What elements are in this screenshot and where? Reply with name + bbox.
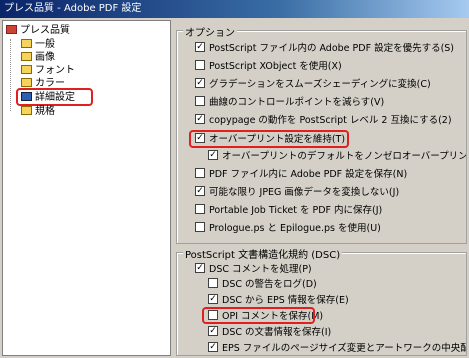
checkbox-checked[interactable] [208, 294, 218, 304]
checkbox-checked[interactable] [195, 78, 205, 88]
tree-item-label: 規格 [35, 106, 55, 117]
annotation-highlight-advanced [16, 88, 93, 106]
window-title: プレス品質 - Adobe PDF 設定 [0, 0, 469, 18]
dsc-process-comments[interactable]: DSC コメントを処理(P) [195, 263, 465, 277]
option-prefer-ps-settings[interactable]: PostScript ファイル内の Adobe PDF 設定を優先する(S) [195, 42, 465, 56]
checkbox-unchecked[interactable] [208, 278, 218, 288]
tree-connector-line [10, 39, 11, 111]
option-smooth-shading[interactable]: グラデーションをスムーズシェーディングに変換(C) [195, 78, 465, 92]
annotation-highlight-opi [202, 307, 315, 324]
checkbox-checked[interactable] [195, 114, 205, 124]
folder-icon [21, 106, 32, 115]
tree-item-images[interactable]: 画像 [21, 51, 55, 64]
dsc-label: DSC から EPS 情報を保存(E) [222, 295, 349, 306]
dsc-label: EPS ファイルのページサイズ変更とアートワークの中央配置(R) [222, 343, 466, 354]
dsc-log-warnings[interactable]: DSC の警告をログ(D) [208, 278, 466, 292]
tree-item-standards[interactable]: 規格 [21, 105, 55, 118]
dsc-preserve-doc-info[interactable]: DSC の文書情報を保存(I) [208, 326, 466, 340]
option-portable-job-ticket[interactable]: Portable Job Ticket を PDF 内に保存(J) [195, 204, 465, 218]
option-label: PDF ファイル内に Adobe PDF 設定を保存(N) [209, 169, 408, 180]
dsc-label: DSC の警告をログ(D) [222, 279, 317, 290]
checkbox-checked[interactable] [195, 186, 205, 196]
checkbox-checked[interactable] [208, 342, 218, 352]
tree-item-label: フォント [35, 65, 75, 76]
tree-item-label: 画像 [35, 52, 55, 63]
dsc-resize-center-eps[interactable]: EPS ファイルのページサイズ変更とアートワークの中央配置(R) [208, 342, 466, 356]
tree-item-fonts[interactable]: フォント [21, 64, 75, 77]
option-reduce-control-points[interactable]: 曲線のコントロールポイントを減らす(V) [195, 96, 465, 110]
option-copypage-level2[interactable]: copypage の動作を PostScript レベル 2 互換にする(2) [195, 114, 465, 128]
checkbox-unchecked[interactable] [195, 60, 205, 70]
dsc-group-title: PostScript 文書構造化規約 (DSC) [183, 246, 343, 261]
options-group-title: オプション [183, 24, 237, 39]
option-save-pdf-settings[interactable]: PDF ファイル内に Adobe PDF 設定を保存(N) [195, 168, 465, 182]
checkbox-checked[interactable] [208, 150, 218, 160]
tree-root-press-quality[interactable]: プレス品質 [6, 24, 70, 37]
checkbox-checked[interactable] [195, 263, 205, 273]
option-label: PostScript XObject を使用(X) [209, 61, 342, 72]
option-preserve-jpeg[interactable]: 可能な限り JPEG 画像データを変換しない(J) [195, 186, 465, 200]
settings-tree: プレス品質 一般 画像 フォント カラー 詳細設定 規格 [2, 20, 171, 356]
dsc-preserve-eps-info[interactable]: DSC から EPS 情報を保存(E) [208, 294, 466, 308]
checkbox-checked[interactable] [208, 326, 218, 336]
folder-icon [21, 39, 32, 48]
options-group: オプション PostScript ファイル内の Adobe PDF 設定を優先す… [176, 24, 467, 244]
checkbox-unchecked[interactable] [195, 204, 205, 214]
folder-icon [21, 78, 32, 87]
dsc-label: DSC コメントを処理(P) [209, 264, 312, 275]
option-label: 曲線のコントロールポイントを減らす(V) [209, 97, 385, 108]
option-label: 可能な限り JPEG 画像データを変換しない(J) [209, 187, 400, 198]
option-label: copypage の動作を PostScript レベル 2 互換にする(2) [209, 115, 452, 126]
option-label: Portable Job Ticket を PDF 内に保存(J) [209, 205, 383, 216]
option-label: Prologue.ps と Epilogue.ps を使用(U) [209, 223, 381, 234]
settings-panel: オプション PostScript ファイル内の Adobe PDF 設定を優先す… [176, 20, 467, 356]
dsc-label: DSC の文書情報を保存(I) [222, 327, 332, 338]
option-label: オーバープリントのデフォルトをノンゼロオーバープリントにする(Z) [222, 151, 466, 162]
settings-folder-icon [6, 25, 17, 34]
dsc-group: PostScript 文書構造化規約 (DSC) DSC コメントを処理(P) … [176, 246, 467, 356]
tree-item-label: 一般 [35, 39, 55, 50]
option-ps-xobject[interactable]: PostScript XObject を使用(X) [195, 60, 465, 74]
folder-icon [21, 52, 32, 61]
checkbox-unchecked[interactable] [195, 168, 205, 178]
option-nonzero-overprint[interactable]: オーバープリントのデフォルトをノンゼロオーバープリントにする(Z) [208, 150, 466, 164]
folder-icon [21, 65, 32, 74]
checkbox-unchecked[interactable] [195, 222, 205, 232]
option-label: PostScript ファイル内の Adobe PDF 設定を優先する(S) [209, 43, 455, 54]
checkbox-unchecked[interactable] [195, 96, 205, 106]
checkbox-checked[interactable] [195, 42, 205, 52]
tree-root-label: プレス品質 [20, 25, 70, 36]
tree-item-general[interactable]: 一般 [21, 38, 55, 51]
option-label: グラデーションをスムーズシェーディングに変換(C) [209, 79, 431, 90]
option-prologue-epilogue[interactable]: Prologue.ps と Epilogue.ps を使用(U) [195, 222, 465, 236]
annotation-highlight-overprint [189, 130, 349, 148]
